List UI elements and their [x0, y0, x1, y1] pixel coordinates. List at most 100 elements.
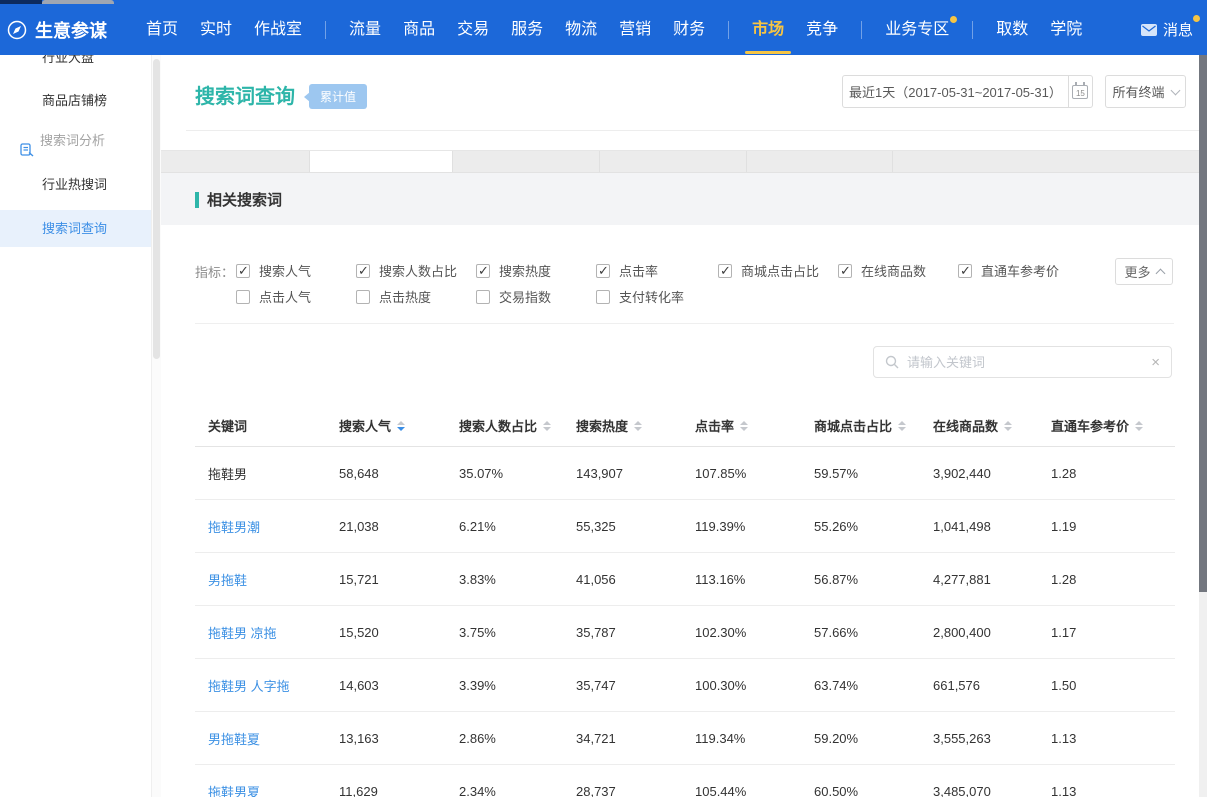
nav-item-traffic[interactable]: 流量 — [349, 19, 381, 41]
divider — [195, 323, 1174, 324]
keyword-link[interactable]: 拖鞋男 人字拖 — [208, 679, 290, 694]
tab-6[interactable] — [893, 151, 1199, 172]
nav-item-business-zone[interactable]: 业务专区 — [885, 19, 949, 41]
section-title-text: 相关搜索词 — [207, 189, 282, 210]
chevron-up-icon — [1155, 268, 1165, 278]
col-click-rate[interactable]: 点击率 — [695, 416, 814, 435]
table-cell: 35.07% — [459, 466, 576, 481]
metric-checkbox-click-rate[interactable]: 点击率 — [596, 261, 658, 280]
table-cell: 1.13 — [1051, 731, 1175, 746]
page-scrollbar[interactable] — [1199, 55, 1207, 797]
nav-item-data-fetch[interactable]: 取数 — [996, 19, 1028, 41]
col-search-popularity[interactable]: 搜索人气 — [339, 416, 459, 435]
metric-checkbox-click-popularity[interactable]: 点击人气 — [236, 287, 311, 306]
calendar-icon: 15 — [1072, 85, 1088, 99]
sort-icon[interactable] — [634, 421, 642, 431]
table-cell: 56.87% — [814, 572, 933, 587]
nav-item-service[interactable]: 服务 — [511, 19, 543, 41]
table-cell: 113.16% — [695, 572, 814, 587]
page-scrollbar-thumb[interactable] — [1199, 55, 1207, 592]
metric-checkbox-online-products[interactable]: 在线商品数 — [838, 261, 926, 280]
table-cell: 13,163 — [339, 731, 459, 746]
keyword-link[interactable]: 男拖鞋 — [208, 573, 247, 588]
metric-checkbox-mall-click-share[interactable]: 商城点击占比 — [718, 261, 819, 280]
table-cell: 143,907 — [576, 466, 695, 481]
sort-icon[interactable] — [740, 421, 748, 431]
brand-name: 生意参谋 — [35, 17, 107, 43]
keyword-search: × — [873, 346, 1172, 378]
nav-item-trade[interactable]: 交易 — [457, 19, 489, 41]
keyword-link[interactable]: 男拖鞋夏 — [208, 732, 260, 747]
nav-item-product[interactable]: 商品 — [403, 19, 435, 41]
table-cell: 1.19 — [1051, 519, 1175, 534]
table-cell: 107.85% — [695, 466, 814, 481]
sidebar-scrollbar[interactable] — [151, 55, 161, 797]
sort-icon[interactable] — [397, 421, 405, 431]
messages-button[interactable]: 消息 — [1141, 19, 1193, 40]
metric-checkbox-search-heat[interactable]: 搜索热度 — [476, 261, 551, 280]
tab-1[interactable] — [161, 151, 310, 172]
nav-item-home[interactable]: 首页 — [146, 19, 178, 41]
sidebar-scrollbar-thumb[interactable] — [153, 59, 160, 359]
nav-item-academy[interactable]: 学院 — [1050, 19, 1082, 41]
table-row: 拖鞋男夏 11,629 2.34% 28,737 105.44% 60.50% … — [195, 765, 1175, 797]
table-cell: 34,721 — [576, 731, 695, 746]
brand[interactable]: 生意参谋 — [6, 17, 107, 43]
metric-checkbox-payment-conversion[interactable]: 支付转化率 — [596, 287, 684, 306]
tab-2-active[interactable] — [310, 151, 453, 172]
sidebar-group-search-term-analysis[interactable]: 搜索词分析 — [0, 122, 151, 159]
metric-checkbox-trade-index[interactable]: 交易指数 — [476, 287, 551, 306]
col-searcher-share[interactable]: 搜索人数占比 — [459, 416, 576, 435]
sort-icon[interactable] — [1135, 421, 1143, 431]
nav-item-war-room[interactable]: 作战室 — [254, 19, 302, 41]
metric-checkbox-searcher-share[interactable]: 搜索人数占比 — [356, 261, 457, 280]
col-ztc-reference-price[interactable]: 直通车参考价 — [1051, 416, 1175, 435]
sidebar-item-industry-overview[interactable]: 行业大盘 — [0, 55, 151, 76]
keyword-link[interactable]: 拖鞋男潮 — [208, 520, 260, 535]
metric-checkbox-click-heat[interactable]: 点击热度 — [356, 287, 431, 306]
envelope-icon — [1141, 24, 1157, 36]
col-search-heat[interactable]: 搜索热度 — [576, 416, 695, 435]
keyword-link[interactable]: 拖鞋男 凉拖 — [208, 626, 277, 641]
keyword-link[interactable]: 拖鞋男夏 — [208, 785, 260, 797]
nav-item-marketing[interactable]: 营销 — [619, 19, 651, 41]
date-range-text: 最近1天（2017-05-31~2017-05-31） — [843, 82, 1068, 101]
date-range-selector[interactable]: 最近1天（2017-05-31~2017-05-31） 15 — [842, 75, 1093, 108]
sidebar-item-product-shop-rank[interactable]: 商品店铺榜 — [0, 82, 151, 119]
table-cell: 1.17 — [1051, 625, 1175, 640]
nav-item-market[interactable]: 市场 — [752, 19, 784, 41]
col-online-products[interactable]: 在线商品数 — [933, 416, 1051, 435]
sort-icon[interactable] — [1004, 421, 1012, 431]
metric-checkbox-search-popularity[interactable]: 搜索人气 — [236, 261, 311, 280]
clear-search-icon[interactable]: × — [1151, 355, 1160, 370]
more-button[interactable]: 更多 — [1115, 258, 1173, 285]
sidebar-item-industry-hot-words[interactable]: 行业热搜词 — [0, 166, 151, 203]
sidebar-group-label: 搜索词分析 — [40, 133, 105, 148]
sidebar-item-search-term-query[interactable]: 搜索词查询 — [0, 210, 151, 247]
checkbox-label: 交易指数 — [499, 287, 551, 306]
terminal-dropdown-value: 所有终端 — [1112, 82, 1164, 101]
table-cell: 14,603 — [339, 678, 459, 693]
col-mall-click-share[interactable]: 商城点击占比 — [814, 416, 933, 435]
tab-5[interactable] — [747, 151, 893, 172]
sort-icon[interactable] — [543, 421, 551, 431]
column-label: 搜索人数占比 — [459, 416, 537, 435]
window-edge-tab — [42, 0, 114, 4]
tab-4[interactable] — [600, 151, 747, 172]
checkbox-label: 商城点击占比 — [741, 261, 819, 280]
table-cell: 21,038 — [339, 519, 459, 534]
nav-item-competition[interactable]: 竞争 — [806, 19, 838, 41]
table-cell: 1.13 — [1051, 784, 1175, 797]
nav-item-realtime[interactable]: 实时 — [200, 19, 232, 41]
search-input[interactable] — [907, 355, 1143, 370]
checkbox-box — [958, 264, 972, 278]
metric-checkbox-ztc-reference-price[interactable]: 直通车参考价 — [958, 261, 1059, 280]
nav-item-logistics[interactable]: 物流 — [565, 19, 597, 41]
column-label: 点击率 — [695, 416, 734, 435]
sort-icon[interactable] — [898, 421, 906, 431]
nav-item-finance[interactable]: 财务 — [673, 19, 705, 41]
checkbox-box — [838, 264, 852, 278]
terminal-dropdown[interactable]: 所有终端 — [1105, 75, 1186, 108]
calendar-button[interactable]: 15 — [1068, 76, 1092, 107]
tab-3[interactable] — [453, 151, 600, 172]
